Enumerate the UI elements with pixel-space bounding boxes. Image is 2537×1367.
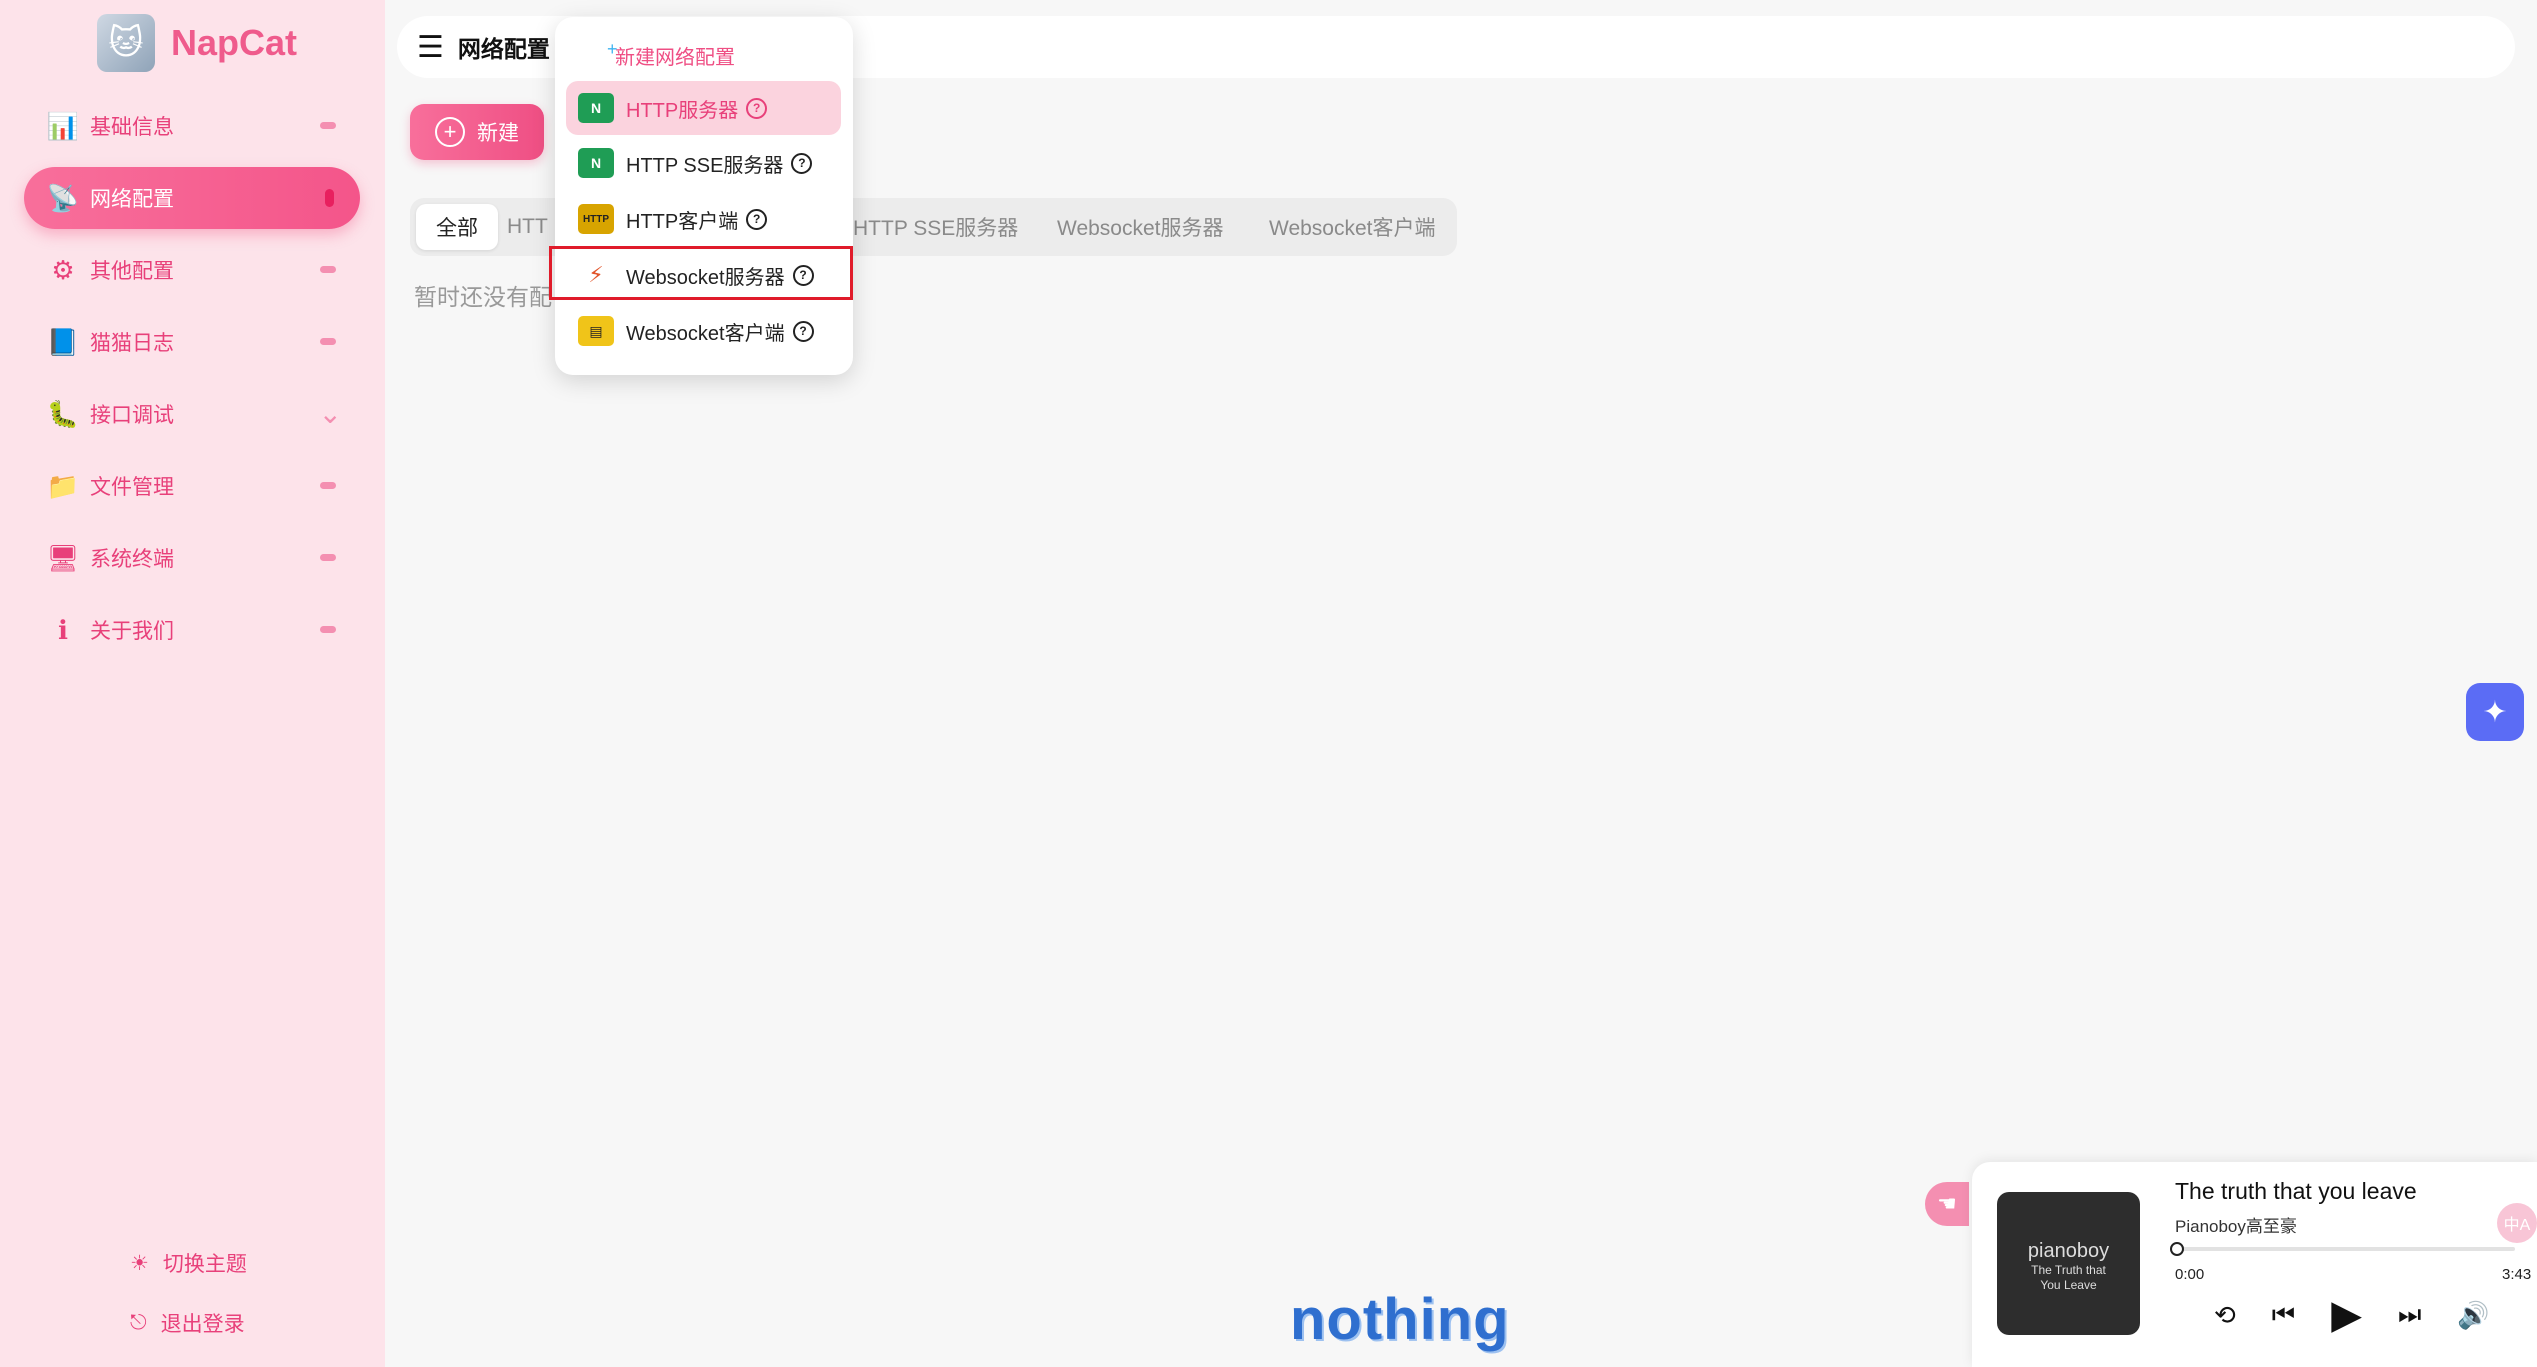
terminal-icon: 🖥 (46, 542, 80, 573)
sidebar-item-network[interactable]: 📡 网络配置 (24, 167, 360, 229)
sidebar-item-other-config[interactable]: ⚙ 其他配置 (24, 239, 360, 301)
help-icon[interactable]: ? (746, 97, 768, 119)
tab-http-server[interactable]: HTT (507, 198, 548, 256)
menu-item-http-sse-server[interactable]: N HTTP SSE服务器 ? (566, 136, 841, 190)
menu-item-websocket-client[interactable]: ▤ Websocket客户端 ? (566, 304, 841, 358)
empty-state-text: 暂时还没有配 (414, 284, 552, 310)
indicator (320, 626, 336, 633)
player-controls: ⟲ ⏮ ▶ ⏭ 🔊 (2214, 1292, 2490, 1338)
new-config-button[interactable]: + 新建 (410, 104, 544, 160)
help-icon[interactable]: ? (792, 320, 814, 342)
page-title: 网络配置 (457, 36, 550, 62)
help-icon[interactable]: ? (746, 208, 768, 230)
monitor-icon: ▤ (578, 316, 614, 346)
indicator (320, 266, 336, 273)
tab-websocket-server[interactable]: Websocket服务器 (1057, 198, 1224, 256)
http-icon: HTTP (578, 204, 614, 234)
theme-toggle-button[interactable]: ☀ 切换主题 (130, 1248, 330, 1278)
cover-subtitle-2: You Leave (2040, 1278, 2097, 1292)
indicator (325, 189, 334, 207)
progress-knob[interactable] (2170, 1242, 2184, 1256)
chevron-down-icon: ⌄ (318, 398, 342, 429)
menu-item-label: HTTP客户端 (626, 210, 739, 233)
sidebar-item-terminal[interactable]: 🖥 系统终端 (24, 527, 360, 589)
settings-icon: ⚙ (51, 254, 75, 285)
brand-name: NapCat (171, 22, 298, 63)
new-config-dropdown: + 新建网络配置 N HTTP服务器 ? N HTTP SSE服务器 ? HTT… (555, 17, 853, 375)
music-player: pianoboy The Truth that You Leave The tr… (1972, 1162, 2537, 1367)
indicator (320, 554, 336, 561)
player-toggle-button[interactable]: ☚ (1925, 1182, 1969, 1226)
about-icon: ℹ (58, 614, 68, 645)
indicator (320, 122, 336, 129)
sidebar-item-about[interactable]: ℹ 关于我们 (24, 599, 360, 661)
menu-item-label: HTTP服务器 (626, 99, 739, 122)
nginx-icon: N (578, 93, 614, 123)
hand-icon: ☚ (1937, 1191, 1957, 1216)
album-cover: pianoboy The Truth that You Leave (1997, 1192, 2140, 1335)
nginx-icon: N (578, 148, 614, 178)
sidebar-item-label: 基础信息 (90, 116, 174, 139)
sidebar-item-files[interactable]: 📁 文件管理 (24, 455, 360, 517)
sidebar-item-basic-info[interactable]: 📊 基础信息 (24, 95, 360, 157)
song-artist: Pianoboy高至豪 (2175, 1217, 2297, 1236)
cover-title: pianoboy (2027, 1240, 2110, 1262)
sidebar-nav: 📊 基础信息 📡 网络配置 ⚙ 其他配置 📘 猫猫日志 🐛 接口调试 ⌄ 📁 文… (24, 95, 360, 671)
help-icon[interactable]: ? (791, 152, 813, 174)
previous-icon[interactable]: ⏮ (2272, 1299, 2295, 1331)
sparkle-icon: ✦ (2482, 695, 2508, 729)
song-title: The truth that you leave (2175, 1178, 2417, 1204)
sidebar-item-label: 网络配置 (90, 188, 174, 211)
sidebar-item-debug[interactable]: 🐛 接口调试 ⌄ (24, 383, 360, 445)
sidebar-item-label: 猫猫日志 (90, 332, 174, 355)
sidebar-item-label: 其他配置 (90, 260, 174, 283)
assistant-float-button[interactable]: ✦ (2466, 683, 2524, 741)
highlight-box (549, 246, 853, 300)
brand: 🐱 NapCat (97, 14, 297, 72)
indicator (320, 482, 336, 489)
menu-item-label: Websocket客户端 (626, 322, 785, 345)
sidebar-item-label: 接口调试 (90, 404, 174, 427)
play-icon[interactable]: ▶ (2331, 1292, 2362, 1338)
sidebar-item-label: 关于我们 (90, 620, 174, 643)
sidebar-item-label: 系统终端 (90, 548, 174, 571)
progress-bar[interactable] (2170, 1242, 2515, 1256)
menu-item-http-client[interactable]: HTTP HTTP客户端 ? (566, 192, 841, 246)
dashboard-icon: 📊 (46, 110, 80, 141)
plus-icon: + (607, 39, 618, 59)
tab-http-sse-server[interactable]: HTTP SSE服务器 (853, 198, 1018, 256)
plus-circle-icon: + (435, 117, 465, 147)
tab-all[interactable]: 全部 (416, 204, 498, 250)
dropdown-header-label: 新建网络配置 (615, 47, 735, 69)
repeat-icon[interactable]: ⟲ (2214, 1300, 2236, 1331)
time-current: 0:00 (2175, 1266, 2205, 1283)
dropdown-header: + 新建网络配置 (607, 39, 735, 70)
logo-icon: 🐱 (97, 14, 155, 72)
log-icon: 📘 (46, 326, 80, 357)
indicator (320, 338, 336, 345)
menu-collapse-icon[interactable]: ☰ (417, 30, 444, 65)
menu-item-http-server[interactable]: N HTTP服务器 ? (566, 81, 841, 135)
sidebar-item-logs[interactable]: 📘 猫猫日志 (24, 311, 360, 373)
logout-icon: ⎋ (130, 1311, 147, 1334)
sun-icon: ☀ (130, 1251, 149, 1275)
next-icon[interactable]: ⏭ (2398, 1299, 2421, 1331)
sidebar: 🐱 NapCat 📊 基础信息 📡 网络配置 ⚙ 其他配置 📘 猫猫日志 🐛 接… (0, 0, 385, 1367)
network-icon: 📡 (46, 182, 80, 213)
sidebar-item-label: 文件管理 (90, 476, 174, 499)
translate-icon: 中A (2503, 1217, 2531, 1234)
new-config-label: 新建 (477, 122, 519, 145)
logout-label: 退出登录 (160, 1313, 245, 1336)
time-total: 3:43 (2502, 1266, 2532, 1283)
menu-item-label: HTTP SSE服务器 (626, 154, 784, 177)
theme-toggle-label: 切换主题 (162, 1253, 247, 1276)
translate-button[interactable]: 中A (2497, 1203, 2537, 1243)
cover-subtitle-1: The Truth that (2031, 1263, 2106, 1277)
tab-websocket-client[interactable]: Websocket客户端 (1269, 198, 1436, 256)
watermark-text: nothing (1290, 1287, 1510, 1352)
volume-icon[interactable]: 🔊 (2457, 1300, 2489, 1331)
folder-icon: 📁 (46, 470, 80, 501)
logout-button[interactable]: ⎋ 退出登录 (130, 1308, 330, 1338)
debug-icon: 🐛 (46, 398, 80, 429)
